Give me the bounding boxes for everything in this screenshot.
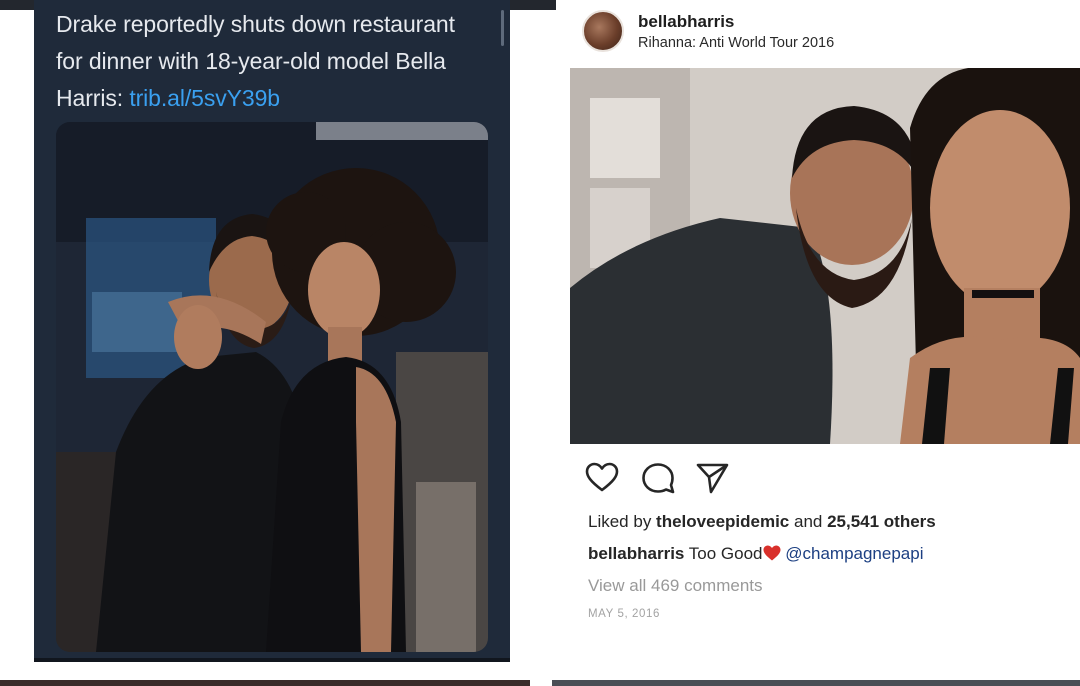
- post-location[interactable]: Rihanna: Anti World Tour 2016: [638, 35, 834, 51]
- paper-plane-icon[interactable]: [694, 460, 730, 496]
- tweet-scrollbar[interactable]: [501, 10, 504, 46]
- likes-middle: and: [789, 512, 828, 531]
- tweet-text-line-2: for dinner with 18-year-old model Bella: [56, 48, 446, 74]
- instagram-post: bellabharris Rihanna: Anti World Tour 20…: [556, 0, 1080, 686]
- view-comments-link[interactable]: View all 469 comments: [588, 576, 763, 596]
- post-photo[interactable]: [570, 68, 1080, 444]
- tweet-text-line-3: Harris: trib.al/5svY39b: [56, 80, 496, 117]
- bottom-strip-right: [552, 680, 1080, 686]
- tweet-text-prefix: Harris:: [56, 85, 130, 111]
- profile-avatar[interactable]: [582, 10, 624, 52]
- caption-text: Too Good: [684, 544, 763, 563]
- red-heart-emoji-icon: [763, 545, 781, 561]
- tweet-bottom-bar: [34, 658, 510, 662]
- tweet-text: Drake reportedly shuts down restaurant f…: [56, 6, 496, 117]
- tweet-card: Drake reportedly shuts down restaurant f…: [34, 0, 510, 658]
- comment-bubble-icon[interactable]: [640, 460, 676, 496]
- heart-outline-icon[interactable]: [584, 460, 620, 496]
- post-actions: [584, 460, 784, 496]
- post-photo-illustration: [570, 68, 1080, 444]
- tweet-photo[interactable]: [56, 122, 488, 652]
- likes-prefix: Liked by: [588, 512, 657, 531]
- post-caption: bellabharris Too Good @champagnepapi: [588, 544, 923, 564]
- likes-count[interactable]: 25,541 others: [827, 512, 936, 531]
- post-date: MAY 5, 2016: [588, 608, 661, 620]
- likes-line: Liked by theloveepidemic and 25,541 othe…: [588, 512, 936, 532]
- caption-mention[interactable]: @champagnepapi: [781, 544, 923, 563]
- liker-username[interactable]: theloveepidemic: [656, 512, 789, 531]
- tweet-text-line-1: Drake reportedly shuts down restaurant: [56, 11, 455, 37]
- tweet-link[interactable]: trib.al/5svY39b: [129, 85, 280, 111]
- tweet-photo-illustration: [56, 122, 488, 652]
- post-username[interactable]: bellabharris: [638, 12, 734, 32]
- bottom-strip-left: [0, 680, 530, 686]
- caption-username[interactable]: bellabharris: [588, 544, 684, 563]
